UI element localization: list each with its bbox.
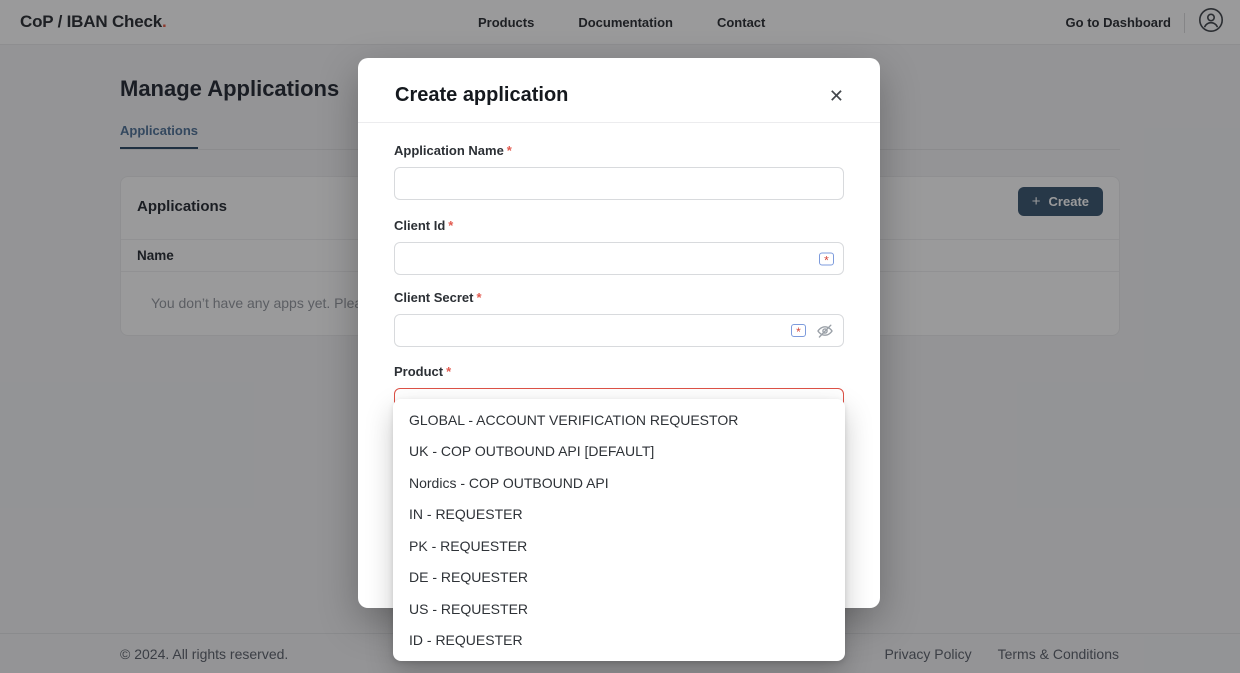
autofill-icon[interactable]: * xyxy=(791,324,806,337)
dropdown-option-id-requester[interactable]: ID - REQUESTER xyxy=(393,625,845,657)
dropdown-option-uk-cop-outbound[interactable]: UK - COP OUTBOUND API [DEFAULT] xyxy=(393,436,845,468)
dropdown-option-in-requester[interactable]: IN - REQUESTER xyxy=(393,499,845,531)
dropdown-option-de-requester[interactable]: DE - REQUESTER xyxy=(393,562,845,594)
application-name-field-group: Application Name* xyxy=(394,143,844,200)
client-id-label: Client Id* xyxy=(394,218,844,233)
required-asterisk: * xyxy=(446,364,451,379)
client-secret-label: Client Secret* xyxy=(394,290,844,305)
required-asterisk: * xyxy=(507,143,512,158)
dropdown-option-pk-requester[interactable]: PK - REQUESTER xyxy=(393,530,845,562)
client-id-input[interactable] xyxy=(394,242,844,275)
dropdown-option-nordics-cop-outbound[interactable]: Nordics - COP OUTBOUND API xyxy=(393,467,845,499)
autofill-icon[interactable]: * xyxy=(819,252,834,265)
required-asterisk: * xyxy=(476,290,481,305)
client-secret-field-group: Client Secret* * xyxy=(394,290,844,347)
dropdown-option-us-requester[interactable]: US - REQUESTER xyxy=(393,593,845,625)
modal-title: Create application xyxy=(395,84,568,107)
application-name-label: Application Name* xyxy=(394,143,844,158)
product-dropdown-menu: GLOBAL - ACCOUNT VERIFICATION REQUESTOR … xyxy=(393,399,845,661)
client-id-field-group: Client Id* * xyxy=(394,218,844,275)
application-name-input[interactable] xyxy=(394,167,844,200)
product-label: Product* xyxy=(394,364,844,379)
required-asterisk: * xyxy=(448,218,453,233)
modal-divider xyxy=(358,122,880,123)
eye-off-icon[interactable] xyxy=(816,322,834,340)
close-icon[interactable]: ✕ xyxy=(827,85,846,107)
dropdown-option-global-avr[interactable]: GLOBAL - ACCOUNT VERIFICATION REQUESTOR xyxy=(393,404,845,436)
client-secret-input[interactable] xyxy=(394,314,844,347)
